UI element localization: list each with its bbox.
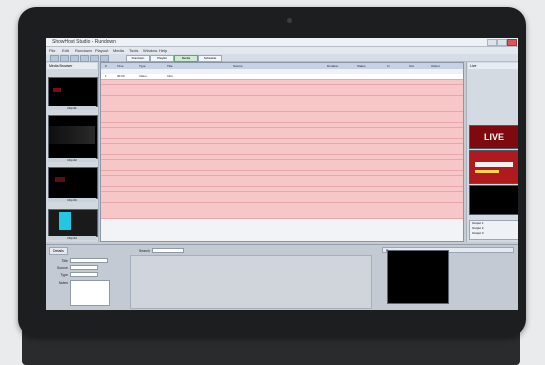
- title-bar: ShowHost Studio - Rundown: [46, 38, 518, 47]
- notes-field[interactable]: [70, 280, 110, 306]
- source-label: Source: [56, 266, 68, 270]
- window-title: ShowHost Studio - Rundown: [52, 39, 116, 45]
- save-button[interactable]: [70, 55, 79, 62]
- output-item-3[interactable]: Output 3: [470, 231, 518, 236]
- details-tab[interactable]: Details: [49, 247, 68, 255]
- menu-media[interactable]: Media: [113, 47, 124, 54]
- camera-dot: [287, 18, 292, 23]
- menu-rundown[interactable]: Rundown: [75, 47, 92, 54]
- type-field[interactable]: [70, 272, 98, 277]
- details-content-area: [130, 255, 372, 309]
- title-label: Title: [61, 259, 68, 263]
- table-cell: Intro: [167, 74, 174, 79]
- media-browser-title: Media Browser: [47, 63, 97, 69]
- maximize-button[interactable]: [497, 39, 507, 46]
- live-panel: Live LIVE Output 1 Output 2 Output 3: [466, 62, 518, 242]
- output-list: Output 1 Output 2 Output 3: [469, 220, 518, 240]
- title-field[interactable]: [70, 258, 108, 263]
- tab-rundown[interactable]: Rundown: [126, 55, 150, 62]
- breaking-news-card[interactable]: [469, 150, 518, 184]
- table-cell: 00:00: [117, 74, 125, 79]
- notes-label: Notes: [58, 281, 68, 285]
- app-screen: ShowHost Studio - Rundown File Edit Rund…: [46, 38, 518, 310]
- live-label: LIVE: [483, 132, 504, 142]
- table-row[interactable]: [101, 213, 463, 220]
- toolbar: Rundown Playlist Media Schedule: [46, 54, 518, 62]
- menu-bar: File Edit Rundown Playout Media Tools Wi…: [46, 47, 518, 54]
- open-button[interactable]: [60, 55, 69, 62]
- menu-edit[interactable]: Edit: [62, 47, 69, 54]
- monitor-scene: ShowHost Studio - Rundown File Edit Rund…: [0, 0, 545, 365]
- menu-playout[interactable]: Playout: [95, 47, 108, 54]
- media-browser-panel: Media Browser Clip 01 Clip 02 Clip 03 Cl…: [46, 62, 99, 242]
- source-field[interactable]: [70, 265, 98, 270]
- menu-help[interactable]: Help: [159, 47, 167, 54]
- thumbnail-4-label: Clip 04: [48, 236, 96, 240]
- rundown-grid: # Time Type Title Source Duration Status…: [100, 62, 464, 242]
- preview-monitor: [387, 250, 449, 304]
- live-panel-title: Live: [468, 63, 518, 69]
- cut-button[interactable]: [80, 55, 89, 62]
- tab-playlist[interactable]: Playlist: [150, 55, 174, 62]
- thumbnail-2[interactable]: [48, 115, 98, 159]
- minimize-button[interactable]: [487, 39, 497, 46]
- live-output-card[interactable]: LIVE: [469, 125, 518, 149]
- search-input[interactable]: [152, 248, 184, 253]
- table-cell: 1: [105, 74, 107, 79]
- type-label: Type: [60, 273, 68, 277]
- menu-file[interactable]: File: [49, 47, 55, 54]
- thumbnail-3[interactable]: [48, 167, 98, 199]
- table-cell: Video: [139, 74, 147, 79]
- thumbnail-2-label: Clip 02: [48, 158, 96, 162]
- tab-media[interactable]: Media: [174, 55, 198, 62]
- close-button[interactable]: [507, 39, 517, 46]
- menu-tools[interactable]: Tools: [129, 47, 138, 54]
- thumbnail-1[interactable]: [48, 77, 98, 107]
- copy-button[interactable]: [90, 55, 99, 62]
- thumbnail-3-label: Clip 03: [48, 198, 96, 202]
- search-label: Search: [138, 249, 150, 253]
- output-preview-card[interactable]: [469, 185, 518, 215]
- thumbnail-4[interactable]: [48, 209, 98, 237]
- paste-button[interactable]: [100, 55, 109, 62]
- new-button[interactable]: [50, 55, 59, 62]
- menu-window[interactable]: Window: [143, 47, 157, 54]
- thumbnail-1-label: Clip 01: [48, 106, 96, 110]
- tab-schedule[interactable]: Schedule: [198, 55, 222, 62]
